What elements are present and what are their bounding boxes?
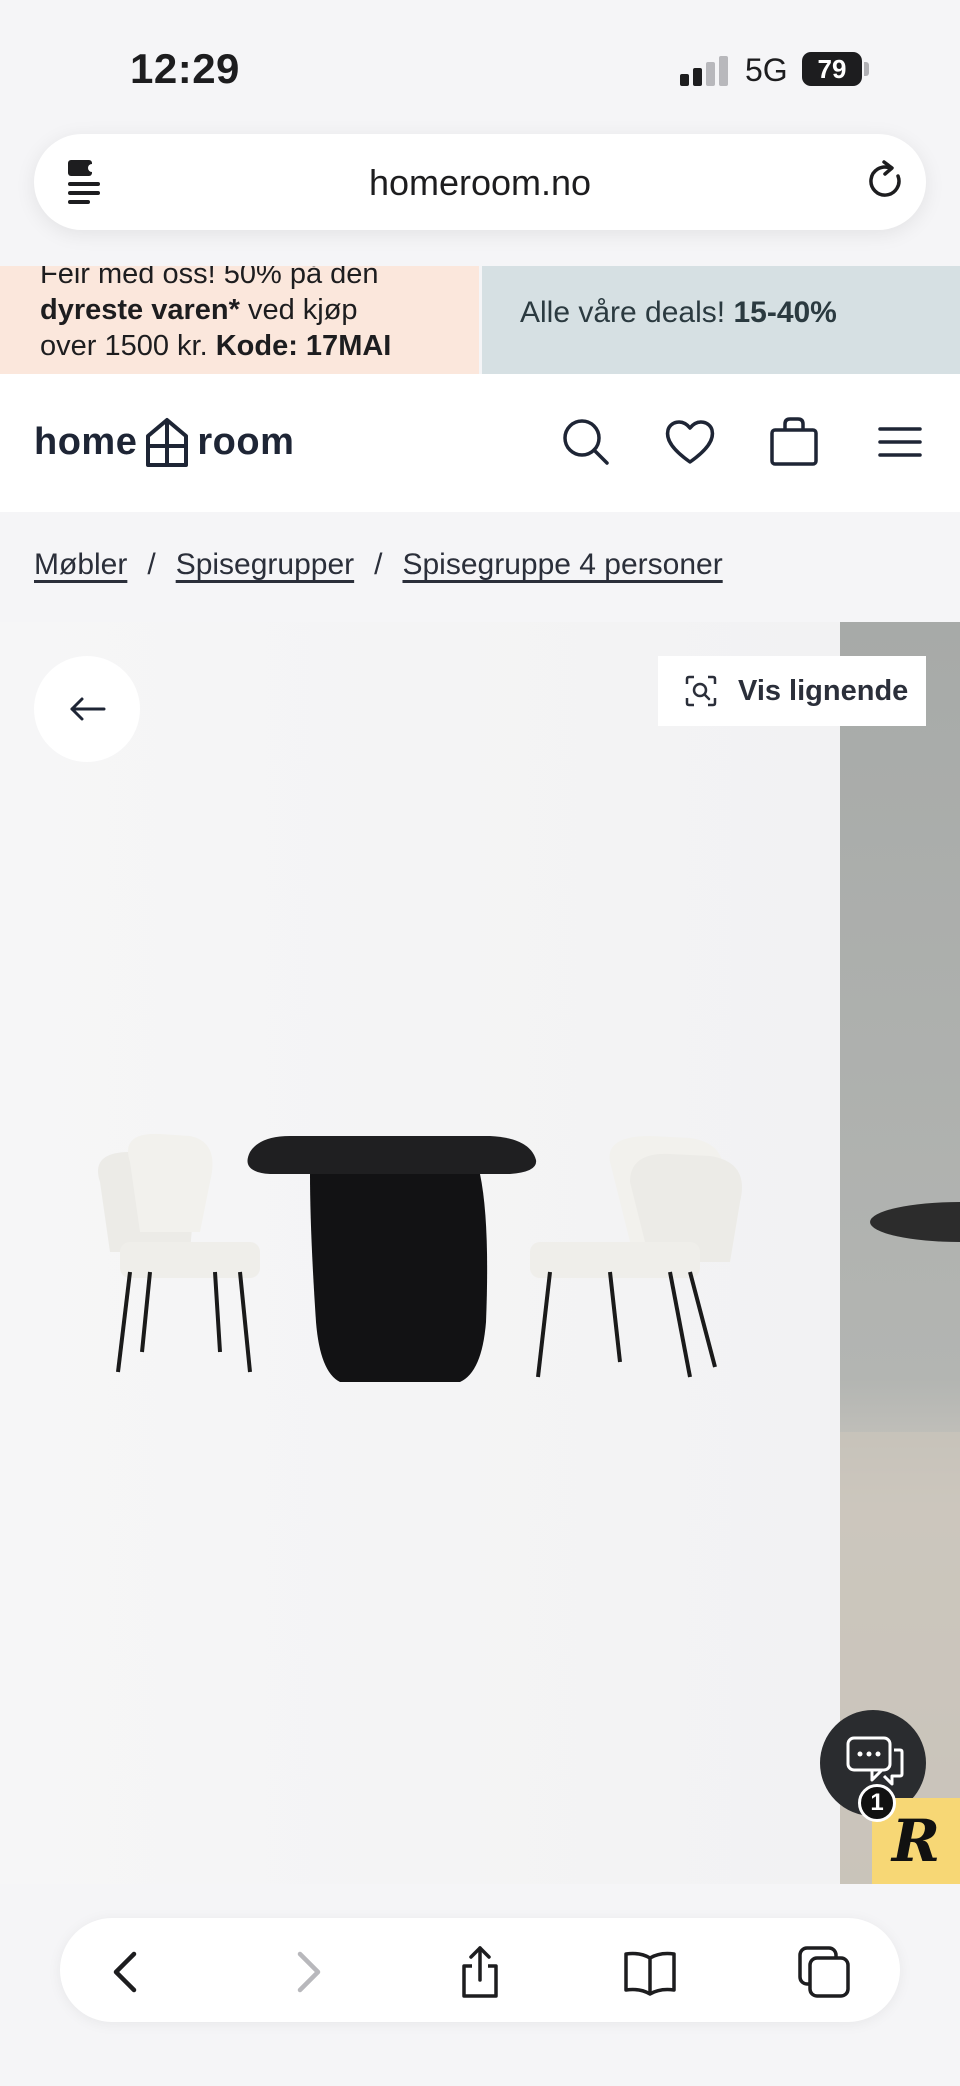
breadcrumb-separator: / — [374, 548, 383, 581]
deals-label: Alle våre deals! — [520, 296, 734, 329]
status-time: 12:29 — [130, 45, 240, 92]
homeroom-logo[interactable]: home room — [34, 412, 294, 472]
deals-text: Alle våre deals! 15-40% — [520, 296, 837, 330]
promo-banner-17mai[interactable]: Feir med oss! 50% på den dyreste varen* … — [0, 266, 479, 374]
signal-icon — [680, 54, 730, 86]
logo-text-home: home — [34, 420, 138, 463]
deals-percent: 15-40% — [733, 296, 837, 329]
heart-icon[interactable] — [660, 412, 720, 472]
browser-toolbar — [0, 1884, 960, 2086]
site-header: home room — [0, 374, 960, 512]
reload-icon[interactable] — [864, 158, 908, 206]
back-button[interactable] — [34, 656, 140, 762]
show-similar-button[interactable]: Vis lignende — [658, 656, 926, 726]
arrow-left-icon — [70, 697, 106, 721]
url-text[interactable]: homeroom.no — [34, 162, 926, 204]
bag-icon[interactable] — [764, 412, 824, 472]
status-bar: 12:29 5G 79 — [0, 0, 960, 130]
promo-bold: dyreste varen* — [40, 294, 240, 326]
house-logo-icon — [146, 418, 189, 467]
chat-unread-badge: 1 — [858, 1784, 896, 1822]
network-type: 5G — [745, 52, 788, 88]
breadcrumb-spisegrupper[interactable]: Spisegrupper — [176, 548, 354, 582]
reviews-badge-letter: R — [891, 1807, 941, 1875]
tabs-icon[interactable] — [796, 1944, 852, 2000]
breadcrumb: Møbler / Spisegrupper / Spisegruppe 4 pe… — [34, 548, 723, 582]
address-bar[interactable]: homeroom.no — [34, 134, 926, 230]
logo-text-room: room — [197, 420, 295, 463]
hamburger-icon[interactable] — [870, 412, 930, 472]
breadcrumb-separator: / — [147, 548, 156, 581]
breadcrumb-spisegruppe-4[interactable]: Spisegruppe 4 personer — [402, 548, 722, 582]
battery-cap — [864, 62, 869, 76]
battery-icon: 79 — [802, 52, 862, 86]
back-nav-icon[interactable] — [100, 1944, 156, 2000]
dining-set-illustration — [98, 1133, 742, 1382]
show-similar-label: Vis lignende — [738, 674, 909, 707]
toolbar-pill — [60, 1918, 900, 2022]
promo-code: Kode: 17MAI — [215, 330, 392, 362]
promo-banner-deals[interactable]: Alle våre deals! 15-40% — [482, 266, 960, 374]
forward-nav-icon[interactable] — [278, 1944, 334, 2000]
promo-text: Feir med oss! 50% på den dyreste varen* … — [40, 266, 470, 364]
bookmarks-icon[interactable] — [622, 1944, 678, 2000]
next-product-image[interactable] — [840, 622, 960, 1884]
next-image-preview — [840, 1202, 960, 1884]
share-icon[interactable] — [452, 1944, 508, 2000]
breadcrumb-moebler[interactable]: Møbler — [34, 548, 127, 582]
visual-search-icon — [685, 675, 717, 707]
promo-line2: ved kjøp — [239, 294, 358, 326]
product-gallery[interactable]: Vis lignende R 1 — [0, 622, 960, 1884]
promo-line1: Feir med oss! 50% på den — [40, 266, 379, 290]
promo-line3: over 1500 kr. — [40, 330, 216, 362]
search-icon[interactable] — [556, 412, 616, 472]
